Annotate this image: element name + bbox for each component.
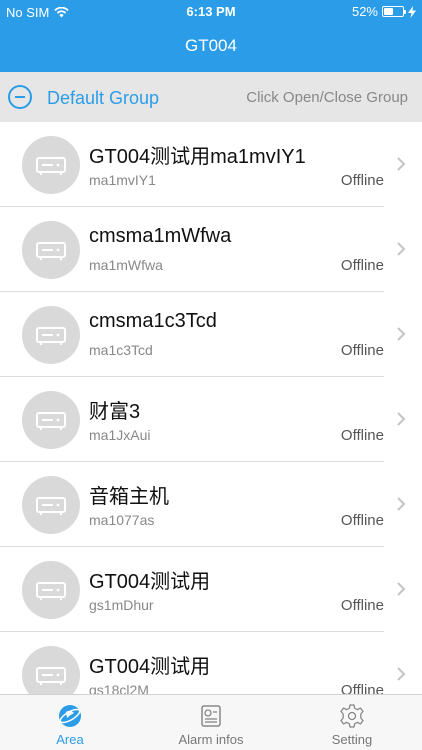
device-name: GT004测试用 [89, 656, 211, 678]
device-id: ma1mvIY1 [89, 172, 156, 188]
device-avatar [22, 646, 80, 694]
page-title: GT004 [185, 36, 237, 55]
tab-area[interactable]: Area [0, 695, 140, 750]
router-icon [36, 327, 66, 345]
group-name: Default Group [47, 88, 160, 108]
device-avatar [22, 221, 80, 279]
device-name: GT004测试用ma1mvIY1 [89, 146, 306, 168]
device-status: Offline [340, 682, 384, 694]
device-name: GT004测试用 [89, 571, 211, 593]
device-status: Offline [340, 342, 384, 359]
device-id: gs18cl2M [89, 682, 149, 694]
group-hint: Click Open/Close Group [246, 89, 408, 106]
tab-setting-label: Setting [331, 732, 373, 747]
device-row[interactable]: GT004测试用ma1mvIY1 ma1mvIY1 Offline [0, 122, 422, 207]
router-icon [36, 157, 66, 175]
router-icon [36, 582, 66, 600]
device-status: Offline [340, 512, 384, 529]
chevron-right-icon [397, 667, 406, 681]
device-row[interactable]: cmsma1c3Tcd ma1c3Tcd Offline [0, 292, 422, 377]
device-name: cmsma1mWfwa [89, 225, 232, 247]
status-bar: No SIM 6:13 PM 52% [0, 0, 422, 24]
device-avatar [22, 561, 80, 619]
chevron-right-icon [397, 497, 406, 511]
device-list: GT004测试用ma1mvIY1 ma1mvIY1 Offline cmsma1mWf… [0, 122, 422, 694]
router-icon [36, 242, 66, 260]
device-status: Offline [340, 172, 384, 189]
device-row[interactable]: 财富3 ma1JxAui Offline [0, 377, 422, 462]
device-name: 财富3 [89, 401, 141, 423]
device-row[interactable]: cmsma1mWfwa ma1mWfwa Offline [0, 207, 422, 292]
alarm-list-icon [201, 705, 221, 727]
device-id: gs1mDhur [89, 597, 154, 613]
device-avatar [22, 476, 80, 534]
chevron-right-icon [397, 242, 406, 256]
collapse-icon[interactable] [8, 85, 32, 109]
battery-icon [382, 6, 406, 17]
chevron-right-icon [397, 327, 406, 341]
device-avatar [22, 136, 80, 194]
router-icon [36, 412, 66, 430]
tab-alarm-label: Alarm infos [178, 732, 244, 747]
device-id: ma1mWfwa [89, 257, 163, 273]
router-icon [36, 497, 66, 515]
device-name: cmsma1c3Tcd [89, 310, 217, 332]
globe-icon [59, 705, 81, 727]
status-right: 52% [352, 4, 416, 19]
chevron-right-icon [397, 157, 406, 171]
chevron-right-icon [397, 412, 406, 426]
tab-alarm-infos[interactable]: Alarm infos [141, 695, 281, 750]
chevron-right-icon [397, 582, 406, 596]
device-name: 音箱主机 [89, 486, 169, 508]
router-icon [36, 667, 66, 685]
battery-percent: 52% [351, 4, 378, 19]
device-row[interactable]: GT004测试用 gs1mDhur Offline [0, 547, 422, 632]
group-toggle-bar[interactable]: Default Group Click Open/Close Group [0, 72, 422, 122]
tab-bar: Area Alarm infos Setting [0, 694, 422, 750]
device-row[interactable]: 音箱主机 ma1077as Offline [0, 462, 422, 547]
device-status: Offline [340, 257, 384, 274]
tab-area-label: Area [56, 732, 84, 747]
device-status: Offline [340, 427, 384, 444]
device-avatar [22, 306, 80, 364]
device-id: ma1c3Tcd [89, 342, 153, 358]
device-id: ma1JxAui [89, 427, 151, 443]
nav-header: No SIM 6:13 PM 52% GT004 [0, 0, 422, 72]
gear-icon [340, 704, 364, 728]
device-id: ma1077as [89, 512, 155, 528]
device-status: Offline [340, 597, 384, 614]
charging-icon [408, 5, 416, 18]
tab-setting[interactable]: Setting [282, 695, 422, 750]
device-row[interactable]: GT004测试用 gs18cl2M Offline [0, 632, 422, 694]
device-avatar [22, 391, 80, 449]
